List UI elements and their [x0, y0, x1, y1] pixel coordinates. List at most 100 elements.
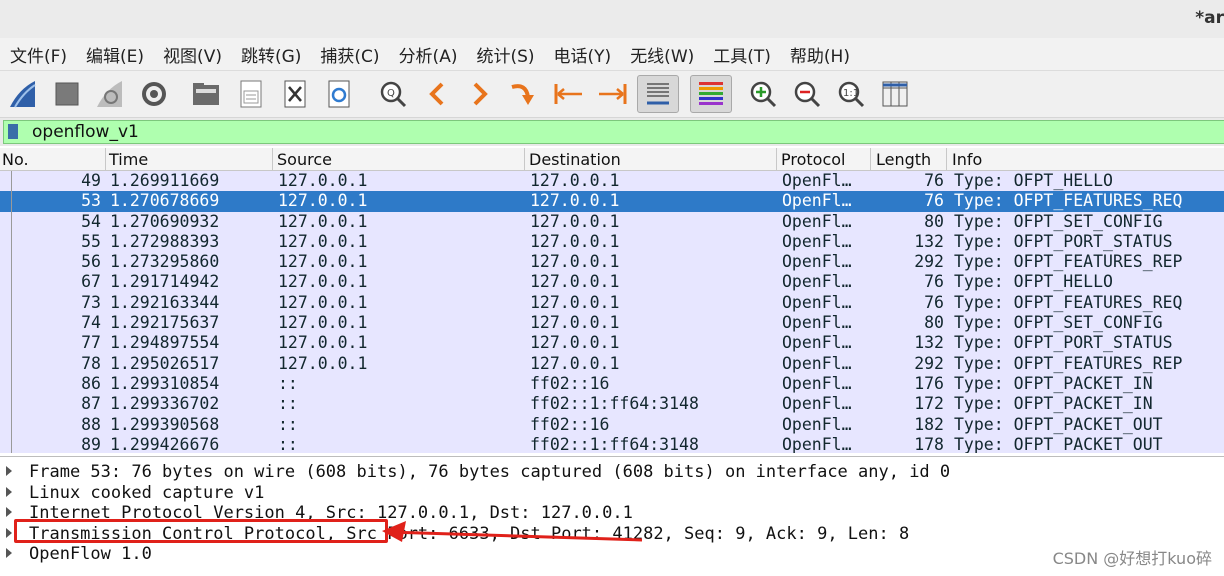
row-no: 78 — [81, 353, 101, 373]
find-icon[interactable]: Q — [376, 77, 410, 111]
zoom-out-icon[interactable] — [790, 77, 824, 111]
row-destination: 127.0.0.1 — [530, 171, 620, 190]
autoscroll-icon[interactable] — [637, 75, 679, 113]
table-row[interactable]: 89 1.299426676:: ff02::1:ff64:3148 OpenFl… 1… — [0, 434, 1224, 453]
menu-statistics[interactable]: 统计(S) — [466, 42, 543, 67]
expand-arrow-icon[interactable] — [6, 527, 12, 538]
menu-help[interactable]: 帮助(H) — [780, 42, 859, 67]
row-destination: ff02::16 — [530, 373, 610, 393]
shark-fin-icon[interactable] — [6, 77, 40, 111]
menu-go[interactable]: 跳转(G) — [231, 42, 310, 67]
column-separator[interactable] — [870, 148, 871, 170]
restart-fin-icon[interactable] — [93, 77, 127, 111]
folder-icon[interactable] — [189, 77, 223, 111]
gear-icon[interactable] — [137, 77, 171, 111]
table-row[interactable]: 88 1.299390568:: ff02::16 OpenFl… 182 Type: O… — [0, 414, 1224, 435]
row-info: Type: OFPT_PACKET_IN — [954, 373, 1153, 393]
packet-list[interactable]: No. Time Source Destination Protocol Len… — [0, 148, 1224, 453]
bookmark-icon[interactable] — [8, 124, 18, 139]
menu-file[interactable]: 文件(F) — [0, 42, 76, 67]
row-no: 56 — [81, 252, 101, 272]
row-source: 127.0.0.1 — [278, 353, 368, 373]
column-time[interactable]: Time — [109, 150, 148, 169]
menu-view[interactable]: 视图(V) — [153, 42, 231, 67]
table-row[interactable]: 55 1.272988393 127.0.0.1 127.0.0.1 OpenFl… 13… — [0, 231, 1224, 253]
last-packet-icon[interactable] — [596, 77, 630, 111]
column-protocol[interactable]: Protocol — [781, 150, 845, 169]
menu-analyze[interactable]: 分析(A) — [389, 42, 467, 67]
row-no: 89 — [81, 434, 101, 453]
table-row[interactable]: 86 1.299310854:: ff02::16 OpenFl… 176 Type: O… — [0, 373, 1224, 395]
column-separator[interactable] — [776, 148, 777, 170]
row-info: Type: OFPT_PACKET_IN — [954, 394, 1153, 414]
expand-arrow-icon[interactable] — [6, 507, 12, 517]
column-source[interactable]: Source — [277, 150, 332, 169]
zoom-normal-icon[interactable]: 1:1 — [834, 77, 868, 111]
row-length: 176 — [914, 373, 944, 393]
column-destination[interactable]: Destination — [529, 150, 621, 169]
zoom-in-icon[interactable] — [746, 77, 780, 111]
table-row[interactable]: 56 1.273295860 127.0.0.1 127.0.0.1 OpenFl… 29… — [0, 252, 1224, 273]
column-separator[interactable] — [105, 148, 106, 170]
row-source: :: — [278, 414, 298, 434]
menu-tools[interactable]: 工具(T) — [703, 42, 780, 67]
column-separator[interactable] — [524, 148, 525, 170]
first-packet-icon[interactable] — [551, 77, 585, 111]
display-filter-bar: openflow_v1 — [0, 118, 1224, 146]
display-filter-input[interactable]: openflow_v1 — [3, 120, 1224, 144]
table-row[interactable]: 49 1.269911669 127.0.0.1 127.0.0.1 OpenFl… 76… — [0, 171, 1224, 192]
menu-wireless[interactable]: 无线(W) — [620, 42, 703, 67]
row-length: 132 — [914, 333, 944, 353]
expand-arrow-icon[interactable] — [6, 466, 12, 476]
colorize-icon[interactable] — [690, 75, 732, 113]
table-row-selected[interactable]: 53 1.270678669 127.0.0.1 127.0.0.1 OpenFl… 76… — [0, 191, 1224, 212]
table-row[interactable]: 74 1.292175637 127.0.0.1 127.0.0.1 OpenFl… 80… — [0, 313, 1224, 334]
table-row[interactable]: 73 1.292163344 127.0.0.1 127.0.0.1 OpenFl… 76… — [0, 292, 1224, 314]
table-row[interactable]: 67 1.291714942 127.0.0.1 127.0.0.1 OpenFl… 76… — [0, 272, 1224, 293]
save-file-icon[interactable] — [234, 77, 268, 111]
table-row[interactable]: 77 1.294897554 127.0.0.1 127.0.0.1 OpenFl… 13… — [0, 333, 1224, 354]
resize-columns-icon[interactable] — [878, 77, 912, 111]
row-length: 172 — [914, 394, 944, 414]
row-length: 292 — [914, 252, 944, 272]
column-no[interactable]: No. — [2, 150, 29, 169]
expand-arrow-icon[interactable] — [6, 548, 12, 558]
table-row[interactable]: 54 1.270690932 127.0.0.1 127.0.0.1 OpenFl… 80… — [0, 211, 1224, 232]
row-time: 1.294897554 — [110, 333, 220, 353]
row-destination: ff02::1:ff64:3148 — [530, 434, 699, 453]
reload-file-icon[interactable] — [322, 77, 356, 111]
row-time: 1.299390568 — [110, 414, 220, 434]
row-protocol: OpenFl… — [782, 211, 852, 231]
row-source: 127.0.0.1 — [278, 171, 368, 190]
column-separator[interactable] — [946, 148, 947, 170]
column-length[interactable]: Length — [876, 150, 931, 169]
menu-edit[interactable]: 编辑(E) — [76, 42, 153, 67]
detail-tree-label: Linux cooked capture v1 — [29, 482, 265, 503]
forward-arrow-icon[interactable] — [463, 77, 497, 111]
close-file-icon[interactable] — [278, 77, 312, 111]
expand-arrow-icon[interactable] — [6, 486, 12, 497]
row-protocol: OpenFl… — [782, 353, 852, 373]
menu-telephony[interactable]: 电话(Y) — [544, 42, 621, 67]
window-title: *ar — [1195, 8, 1224, 28]
menu-capture[interactable]: 捕获(C) — [310, 42, 388, 67]
row-length: 132 — [914, 231, 944, 251]
column-info[interactable]: Info — [952, 150, 982, 169]
table-row[interactable]: 87 1.299336702:: ff02::1:ff64:3148 OpenFl… 1… — [0, 394, 1224, 415]
row-destination: 127.0.0.1 — [530, 353, 620, 373]
column-separator[interactable] — [272, 148, 273, 170]
row-time: 1.299426676 — [110, 434, 220, 453]
stop-square-icon[interactable] — [50, 77, 84, 111]
row-time: 1.270678669 — [110, 191, 220, 211]
row-source: 127.0.0.1 — [278, 292, 368, 312]
back-arrow-icon[interactable] — [420, 77, 454, 111]
row-destination: 127.0.0.1 — [530, 333, 620, 353]
row-protocol: OpenFl… — [782, 434, 852, 453]
table-row[interactable]: 78 1.295026517 127.0.0.1 127.0.0.1 OpenFl… 29… — [0, 353, 1224, 374]
row-destination: 127.0.0.1 — [530, 191, 620, 211]
row-no: 88 — [81, 414, 101, 434]
row-info: Type: OFPT_SET_CONFIG — [954, 313, 1163, 333]
row-info: Type: OFPT_PACKET_OUT — [954, 414, 1163, 434]
display-filter-value: openflow_v1 — [32, 122, 139, 142]
goto-packet-icon[interactable] — [506, 77, 540, 111]
